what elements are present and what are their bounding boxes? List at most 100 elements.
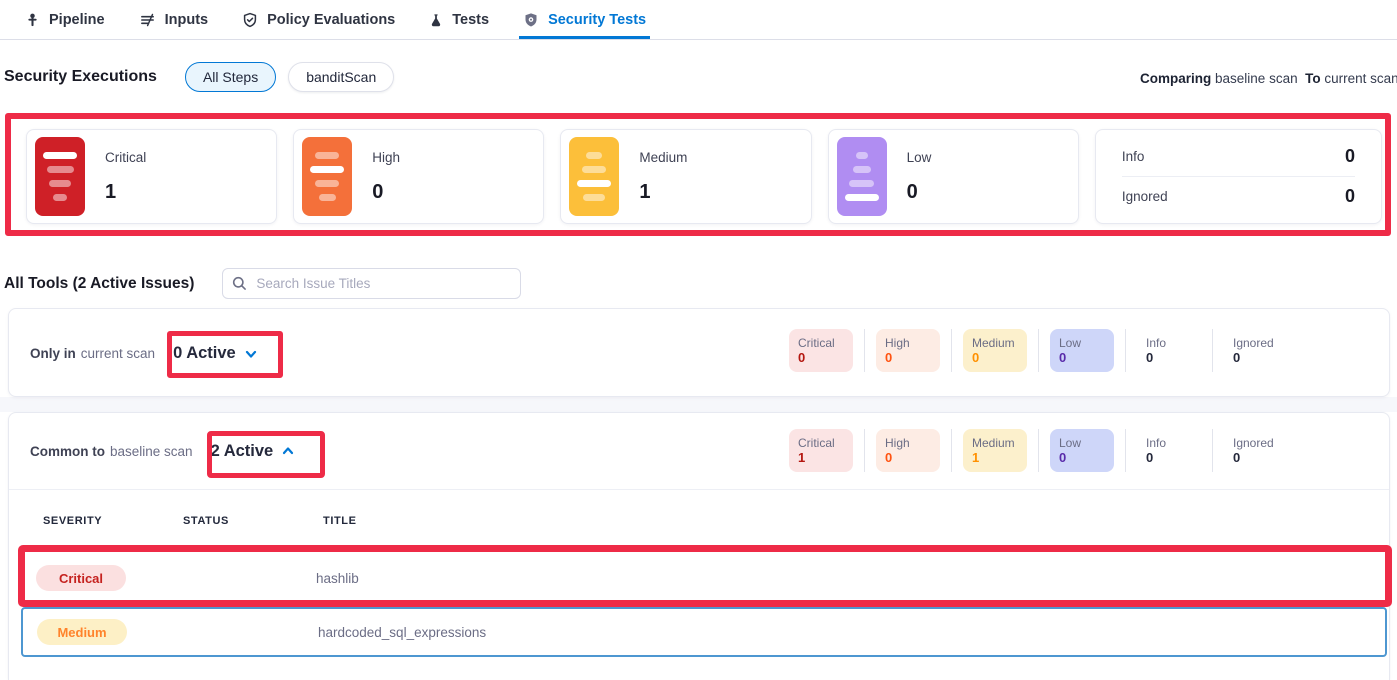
tab-tests[interactable]: Tests xyxy=(429,0,489,39)
divider xyxy=(864,429,865,472)
chip-value: 0 xyxy=(885,350,931,365)
card-value: 1 xyxy=(105,181,146,204)
tab-label: Tests xyxy=(452,12,489,28)
chip-label: High xyxy=(885,436,931,450)
tab-label: Security Tests xyxy=(548,12,646,28)
chip-critical[interactable]: Critical 0 xyxy=(789,329,853,372)
info-label: Info xyxy=(1122,149,1145,164)
divider xyxy=(1038,329,1039,372)
card-label: High xyxy=(372,150,400,165)
chip-label: Info xyxy=(1146,336,1192,350)
chip-label: Info xyxy=(1146,436,1192,450)
all-tools-heading: All Tools (2 Active Issues) xyxy=(4,275,194,293)
active-count: 0 Active xyxy=(173,344,236,363)
tab-bar: Pipeline Inputs Policy Evaluations Tests… xyxy=(0,0,1397,40)
security-shield-icon xyxy=(523,12,539,28)
severity-bars-icon xyxy=(569,137,619,216)
chip-value: 0 xyxy=(1059,350,1105,365)
chip-critical[interactable]: Critical 1 xyxy=(789,429,853,472)
severity-bars-icon xyxy=(35,137,85,216)
issue-title: hardcoded_sql_expressions xyxy=(318,625,486,640)
chip-label: Medium xyxy=(972,336,1018,350)
chip-value: 0 xyxy=(1233,450,1279,465)
ignored-value: 0 xyxy=(1345,186,1355,207)
tab-label: Policy Evaluations xyxy=(267,12,395,28)
tab-inputs[interactable]: Inputs xyxy=(139,0,209,39)
column-header-status: STATUS xyxy=(183,515,229,527)
search-input[interactable] xyxy=(222,268,521,299)
divider xyxy=(951,329,952,372)
chip-value: 1 xyxy=(972,450,1018,465)
chip-value: 0 xyxy=(798,350,844,365)
severity-chips: Critical 1 High 0 Medium 1 Low 0 Info 0 … xyxy=(789,429,1288,472)
chip-info[interactable]: Info 0 xyxy=(1137,329,1201,372)
filter-pill-banditscan[interactable]: banditScan xyxy=(288,62,394,92)
chip-label: Critical xyxy=(798,436,844,450)
chip-label: Low xyxy=(1059,436,1105,450)
active-count-dropdown[interactable]: 0 Active xyxy=(173,344,258,363)
chip-ignored[interactable]: Ignored 0 xyxy=(1224,329,1288,372)
policy-shield-check-icon xyxy=(242,12,258,28)
comparing-baseline: baseline scan xyxy=(1215,71,1298,86)
chip-medium[interactable]: Medium 1 xyxy=(963,429,1027,472)
summary-card-critical: Critical 1 xyxy=(26,129,277,224)
section-label-bold: Only in xyxy=(30,346,76,361)
table-row-hardcoded-sql-expressions[interactable]: Medium hardcoded_sql_expressions xyxy=(21,607,1387,657)
issue-title: hashlib xyxy=(316,571,359,586)
chip-ignored[interactable]: Ignored 0 xyxy=(1224,429,1288,472)
divider xyxy=(864,329,865,372)
section-label-rest: baseline scan xyxy=(110,444,193,459)
ignored-label: Ignored xyxy=(1122,189,1168,204)
chip-medium[interactable]: Medium 0 xyxy=(963,329,1027,372)
chip-info[interactable]: Info 0 xyxy=(1137,429,1201,472)
section-label-bold: Common to xyxy=(30,444,105,459)
info-value: 0 xyxy=(1345,146,1355,167)
summary-card-high: High 0 xyxy=(293,129,544,224)
summary-card-info-ignored: Info 0 Ignored 0 xyxy=(1095,129,1382,224)
table-row-hashlib[interactable]: Critical hashlib xyxy=(9,550,1389,606)
divider xyxy=(1125,329,1126,372)
comparing-to-keyword: To xyxy=(1305,71,1321,86)
divider xyxy=(1038,429,1039,472)
chip-label: Low xyxy=(1059,336,1105,350)
chip-high[interactable]: High 0 xyxy=(876,329,940,372)
card-value: 0 xyxy=(372,181,400,204)
chip-value: 0 xyxy=(1146,450,1192,465)
tab-label: Pipeline xyxy=(49,12,105,28)
summary-card-medium: Medium 1 xyxy=(560,129,811,224)
comparing-current: current scan xyxy=(1324,71,1397,86)
card-value: 1 xyxy=(639,181,687,204)
severity-summary-row: Critical 1 High 0 Medium 1 Low 0 Info 0 … xyxy=(26,129,1382,224)
chip-label: High xyxy=(885,336,931,350)
divider xyxy=(1212,429,1213,472)
chip-label: Ignored xyxy=(1233,436,1279,450)
divider xyxy=(1212,329,1213,372)
tab-policy-evaluations[interactable]: Policy Evaluations xyxy=(242,0,395,39)
ignored-row: Ignored 0 xyxy=(1122,177,1355,216)
card-value: 0 xyxy=(907,181,932,204)
chevron-down-icon xyxy=(244,347,258,361)
active-count-dropdown[interactable]: 2 Active xyxy=(211,442,296,461)
tab-security-tests[interactable]: Security Tests xyxy=(523,0,646,39)
filter-pill-all-steps[interactable]: All Steps xyxy=(185,62,276,92)
chip-label: Critical xyxy=(798,336,844,350)
severity-chips: Critical 0 High 0 Medium 0 Low 0 Info 0 … xyxy=(789,329,1288,372)
active-count: 2 Active xyxy=(211,442,274,461)
tests-flask-icon xyxy=(429,12,443,28)
severity-bars-icon xyxy=(837,137,887,216)
chip-label: Medium xyxy=(972,436,1018,450)
chip-high[interactable]: High 0 xyxy=(876,429,940,472)
severity-bars-icon xyxy=(302,137,352,216)
divider xyxy=(9,489,1389,490)
comparing-keyword: Comparing xyxy=(1140,71,1211,86)
chip-low[interactable]: Low 0 xyxy=(1050,429,1114,472)
column-header-title: TITLE xyxy=(323,515,357,527)
card-label: Medium xyxy=(639,150,687,165)
chip-low[interactable]: Low 0 xyxy=(1050,329,1114,372)
tab-pipeline[interactable]: Pipeline xyxy=(25,0,105,39)
comparing-label: Comparing baseline scan To current scan xyxy=(1140,71,1397,86)
card-label: Critical xyxy=(105,150,146,165)
section-only-in-current-scan: Only in current scan 0 Active Critical 0… xyxy=(8,308,1390,397)
chip-label: Ignored xyxy=(1233,336,1279,350)
severity-badge: Critical xyxy=(36,565,126,591)
